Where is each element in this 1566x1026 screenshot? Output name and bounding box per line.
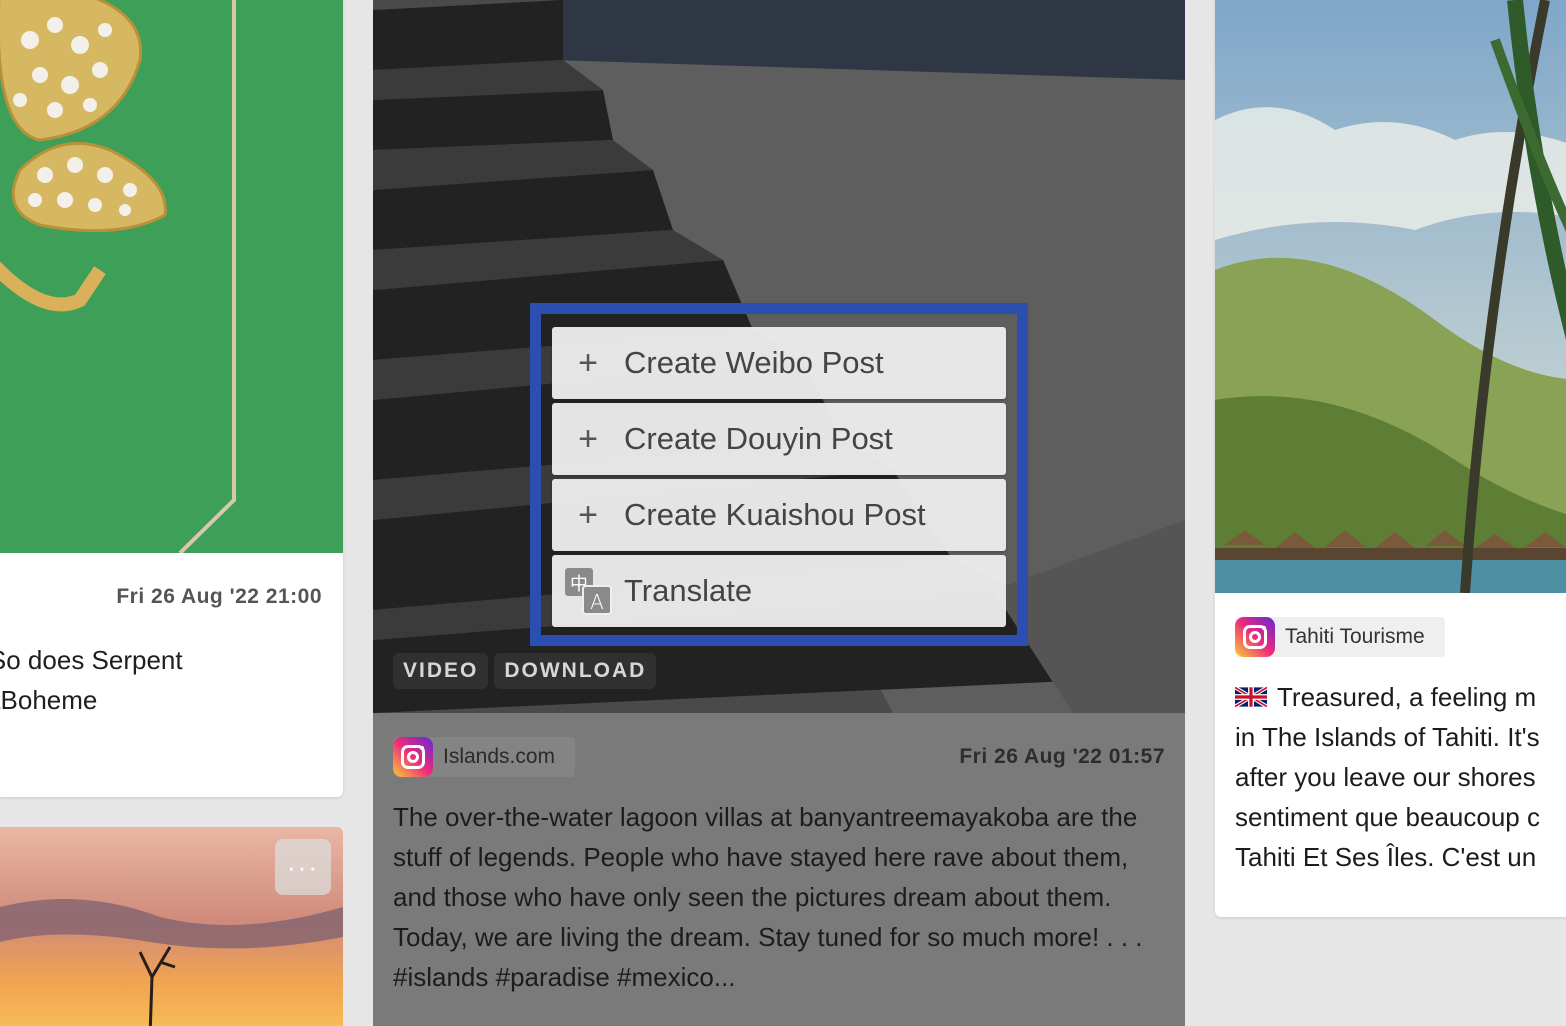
post-card-sunset[interactable]: ··· [0, 827, 343, 1026]
menu-item-label: Create Douyin Post [624, 421, 893, 456]
post-media-jewelry[interactable] [0, 0, 343, 553]
tahiti-image [1215, 0, 1566, 593]
author-chip[interactable]: Tahiti Tourisme [1235, 617, 1445, 657]
author-name: Islands.com [443, 745, 556, 768]
plus-icon: + [578, 419, 598, 458]
instagram-icon [393, 737, 433, 777]
post-caption: ummer. So does Serpent #SerpentBoheme [0, 645, 183, 715]
menu-item-label: Create Weibo Post [624, 345, 884, 380]
post-media-tahiti[interactable] [1215, 0, 1566, 593]
post-date: Fri 26 Aug '22 01:57 [959, 745, 1165, 768]
media-tags: VIDEO DOWNLOAD [393, 653, 657, 689]
plus-icon: + [578, 495, 598, 534]
caption-line: Tahiti Et Ses Îles. C'est un [1235, 842, 1537, 872]
author-name: Tahiti Tourisme [1285, 625, 1425, 648]
post-card-jewelry[interactable]: Fri 26 Aug '22 21:00 ummer. So does Serp… [0, 0, 343, 797]
post-caption: Treasured, a feeling m in The Islands of… [1235, 677, 1566, 877]
post-caption: The over-the-water lagoon villas at bany… [393, 802, 1143, 992]
create-weibo-post-item[interactable]: + Create Weibo Post [552, 327, 1006, 399]
post-card-tahiti[interactable]: Tahiti Tourisme Treasured, a feeling m i… [1215, 0, 1566, 917]
instagram-icon [1235, 617, 1275, 657]
menu-item-label: Translate [624, 573, 753, 608]
video-tag: VIDEO [393, 653, 489, 689]
download-button[interactable]: DOWNLOAD [494, 653, 657, 689]
plus-icon: + [578, 343, 598, 382]
translate-item[interactable]: 中 A Translate [552, 555, 1006, 627]
menu-item-label: Create Kuaishou Post [624, 497, 926, 532]
more-options-button[interactable]: ··· [275, 839, 331, 895]
svg-text:A: A [590, 590, 604, 614]
caption-line: after you leave our shores [1235, 762, 1536, 792]
caption-line: in The Islands of Tahiti. It's [1235, 722, 1540, 752]
translate-icon: 中 A [552, 555, 624, 627]
jewelry-image [0, 0, 343, 553]
feed-page: Fri 26 Aug '22 21:00 ummer. So does Serp… [0, 0, 1566, 1026]
caption-line: Treasured, a feeling m [1235, 677, 1566, 717]
uk-flag-icon [1235, 687, 1267, 707]
post-date: Fri 26 Aug '22 21:00 [116, 585, 322, 608]
caption-line: sentiment que beaucoup c [1235, 802, 1540, 832]
create-kuaishou-post-item[interactable]: + Create Kuaishou Post [552, 479, 1006, 551]
create-douyin-post-item[interactable]: + Create Douyin Post [552, 403, 1006, 475]
author-chip[interactable]: Islands.com [393, 737, 576, 777]
